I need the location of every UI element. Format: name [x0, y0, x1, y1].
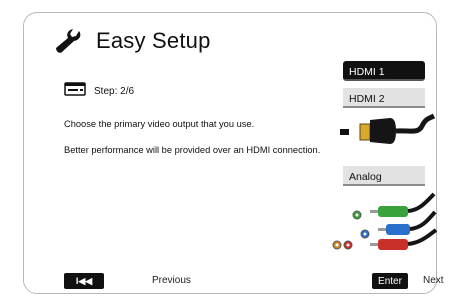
next-label: Next — [423, 275, 444, 286]
option-hdmi2[interactable]: HDMI 2 — [343, 88, 425, 108]
instruction-text: Choose the primary video output that you… — [64, 119, 255, 129]
previous-label: Previous — [152, 275, 191, 286]
previous-button[interactable]: I◀◀ — [64, 273, 104, 289]
tray-icon — [64, 82, 86, 96]
wrench-icon — [56, 29, 81, 53]
enter-button[interactable]: Enter — [372, 273, 408, 289]
page-title: Easy Setup — [96, 28, 211, 53]
performance-note: Better performance will be provided over… — [64, 145, 321, 155]
step-indicator: Step: 2/6 — [94, 86, 135, 97]
option-hdmi1[interactable]: HDMI 1 — [343, 61, 425, 81]
option-analog[interactable]: Analog — [343, 166, 425, 186]
skip-back-icon: I◀◀ — [75, 275, 93, 286]
component-cable-icon — [332, 192, 438, 250]
hdmi-cable-icon — [340, 113, 436, 144]
